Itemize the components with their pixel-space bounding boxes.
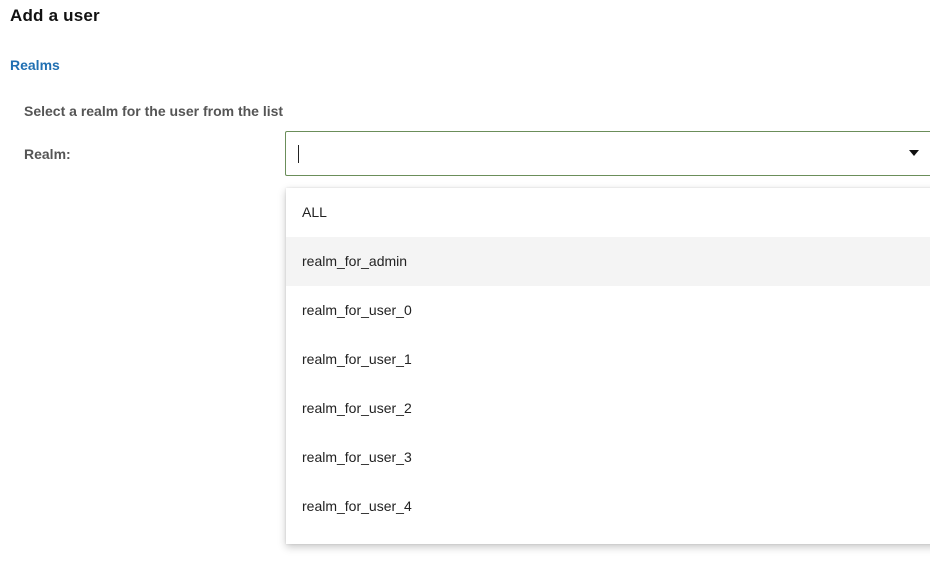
realm-dropdown-list: ALL realm_for_admin realm_for_user_0 rea… <box>286 188 930 544</box>
realm-option-realm-for-admin[interactable]: realm_for_admin <box>286 237 930 286</box>
realm-option-all[interactable]: ALL <box>286 188 930 237</box>
realm-option-realm-for-user-3[interactable]: realm_for_user_3 <box>286 433 930 482</box>
realm-input[interactable] <box>296 142 876 166</box>
caret-down-icon[interactable] <box>909 150 919 156</box>
section-title-realms: Realms <box>10 57 60 73</box>
realm-label: Realm: <box>24 146 71 162</box>
realm-select[interactable] <box>285 131 930 176</box>
text-cursor <box>298 145 299 163</box>
realm-instruction: Select a realm for the user from the lis… <box>24 103 284 119</box>
realm-option-realm-for-user-0[interactable]: realm_for_user_0 <box>286 286 930 335</box>
realm-option-realm-for-user-2[interactable]: realm_for_user_2 <box>286 384 930 433</box>
page-title: Add a user <box>10 6 100 25</box>
realm-option-realm-for-user-1[interactable]: realm_for_user_1 <box>286 335 930 384</box>
realm-option-realm-for-user-4[interactable]: realm_for_user_4 <box>286 482 930 531</box>
